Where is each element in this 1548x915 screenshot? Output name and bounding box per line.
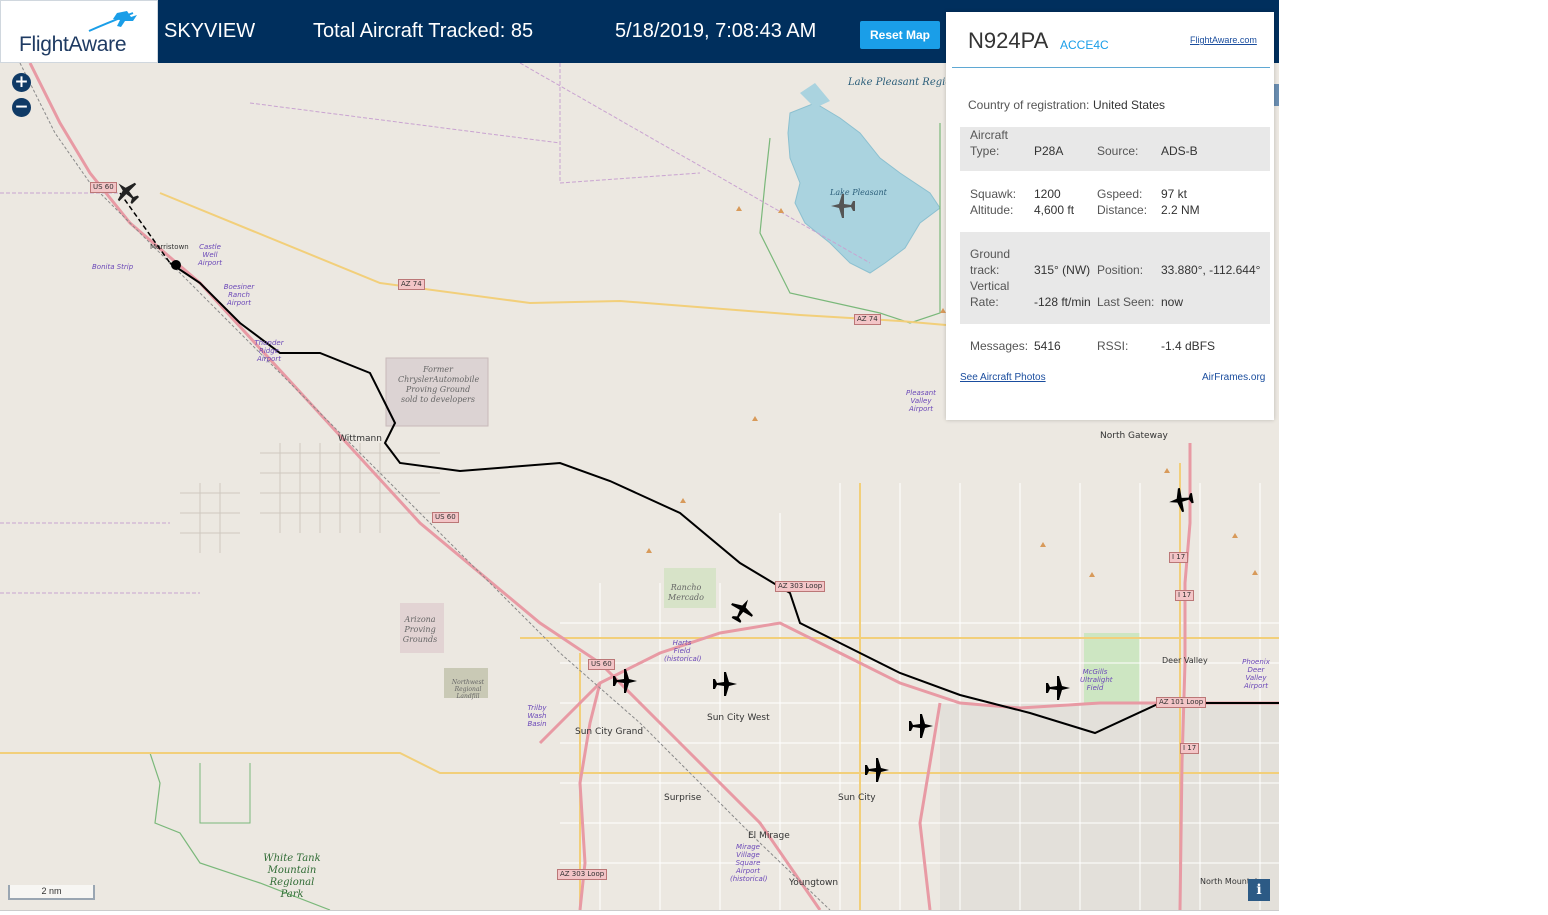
road-shield: AZ 74 bbox=[854, 314, 881, 325]
phoenix-deer-valley-airport-label: Phoenix Deer Valley Airport bbox=[1242, 658, 1270, 690]
former-chrysler-label: Former ChryslerAutomobile Proving Ground… bbox=[398, 365, 480, 404]
distance-value: 2.2 NM bbox=[1161, 203, 1200, 217]
trilby-wash-label: Trilby Wash Basin bbox=[527, 704, 547, 728]
rancho-mercado-label: Rancho Mercado bbox=[668, 583, 704, 602]
airplane-icon bbox=[831, 194, 855, 218]
country-label: Country of registration: bbox=[968, 98, 1090, 112]
surprise-label: Surprise bbox=[664, 793, 702, 803]
thunder-ridge-airport-label: Thunder Ridge Airport bbox=[254, 339, 284, 363]
rssi-value: -1.4 dBFS bbox=[1161, 339, 1216, 353]
road-shield: AZ 101 Loop bbox=[1156, 697, 1207, 708]
aircraft-marker[interactable] bbox=[1045, 675, 1071, 701]
aircraft-type-value: P28A bbox=[1034, 144, 1064, 158]
road-shield: US 60 bbox=[588, 659, 615, 670]
aircraft-marker[interactable] bbox=[612, 668, 638, 694]
road-shield: I 17 bbox=[1175, 590, 1195, 601]
zoom-in-button[interactable]: + bbox=[12, 73, 31, 92]
info-button[interactable]: i bbox=[1248, 879, 1270, 901]
airplane-icon bbox=[713, 672, 737, 696]
road-shield: I 17 bbox=[1180, 743, 1200, 754]
sun-city-west-label: Sun City West bbox=[707, 713, 770, 723]
squawk-value: 1200 bbox=[1034, 187, 1061, 201]
rssi-label: RSSI: bbox=[1097, 339, 1129, 353]
road-shield: I 17 bbox=[1169, 552, 1189, 563]
see-aircraft-photos-link[interactable]: See Aircraft Photos bbox=[960, 372, 1046, 383]
road-shield: AZ 303 Loop bbox=[775, 581, 826, 592]
road-shield: US 60 bbox=[432, 512, 459, 523]
pleasant-valley-airport-label: Pleasant Valley Airport bbox=[906, 389, 936, 413]
aircraft-type-label: Aircraft Type: bbox=[970, 128, 1009, 158]
sun-city-grand-label: Sun City Grand bbox=[575, 727, 644, 737]
el-mirage-label: El Mirage bbox=[748, 831, 790, 841]
mirage-village-airport-label: Mirage Village Square Airport (historica… bbox=[730, 843, 768, 883]
altitude-label: Altitude: bbox=[970, 203, 1014, 217]
deer-valley-label: Deer Valley bbox=[1162, 656, 1208, 665]
bottom-scrollbar[interactable] bbox=[0, 910, 1279, 915]
aircraft-marker[interactable] bbox=[864, 757, 890, 783]
arizona-proving-label: Arizona Proving Grounds bbox=[402, 615, 438, 644]
wittmann-label: Wittmann bbox=[338, 434, 382, 444]
squawk-label: Squawk: bbox=[970, 187, 1017, 201]
aircraft-info-panel: N924PA ACCE4C FlightAware.com Country of… bbox=[946, 12, 1274, 420]
app-name: SKYVIEW bbox=[164, 20, 256, 42]
flightaware-link[interactable]: FlightAware.com bbox=[1190, 35, 1257, 45]
aircraft-marker[interactable] bbox=[830, 193, 856, 219]
road-shield: AZ 74 bbox=[398, 279, 425, 290]
current-timestamp: 5/18/2019, 7:08:43 AM bbox=[615, 20, 817, 42]
airplane-icon bbox=[1169, 488, 1194, 512]
last-seen-value: now bbox=[1161, 295, 1184, 309]
airplane-icon bbox=[1046, 676, 1070, 700]
distance-label: Distance: bbox=[1097, 203, 1148, 217]
panel-divider bbox=[952, 67, 1270, 68]
north-gateway-label: North Gateway bbox=[1100, 431, 1168, 441]
gspeed-label: Gspeed: bbox=[1097, 187, 1143, 201]
boesiner-airport-label: Boesiner Ranch Airport bbox=[223, 283, 255, 307]
reset-map-button[interactable]: Reset Map bbox=[860, 21, 940, 49]
skyview-app: FlightAware SKYVIEW Total Aircraft Track… bbox=[0, 0, 1548, 915]
aircraft-marker[interactable] bbox=[712, 671, 738, 697]
gspeed-value: 97 kt bbox=[1161, 187, 1188, 201]
bonita-strip-label: Bonita Strip bbox=[92, 263, 134, 271]
position-label: Position: bbox=[1097, 263, 1144, 277]
northwest-landfill-label: Northwest Regional Landfill bbox=[451, 679, 485, 700]
aircraft-hex: ACCE4C bbox=[1060, 38, 1109, 52]
aircraft-marker[interactable] bbox=[1166, 485, 1196, 515]
ground-track-label: Ground track: bbox=[970, 247, 1011, 277]
aircraft-marker[interactable] bbox=[908, 713, 934, 739]
scale-bar: 2 nm bbox=[8, 885, 95, 900]
source-value: ADS-B bbox=[1161, 144, 1198, 158]
zoom-out-button[interactable]: − bbox=[12, 98, 31, 117]
messages-label: Messages: bbox=[970, 339, 1029, 353]
vertical-rate-value: -128 ft/min bbox=[1034, 295, 1091, 309]
airplane-icon bbox=[909, 714, 933, 738]
airplane-icon bbox=[613, 669, 637, 693]
country-value: United States bbox=[1093, 98, 1166, 112]
source-label: Source: bbox=[1097, 144, 1139, 158]
sun-city-label: Sun City bbox=[838, 793, 876, 803]
morristown-label: Morristown bbox=[150, 243, 189, 251]
airframes-link[interactable]: AirFrames.org bbox=[1202, 372, 1265, 383]
youngtown-label: Youngtown bbox=[789, 878, 839, 888]
last-seen-label: Last Seen: bbox=[1097, 295, 1155, 309]
total-aircraft-count: Total Aircraft Tracked: 85 bbox=[313, 20, 534, 42]
aircraft-ident: N924PA bbox=[968, 28, 1049, 53]
harts-field-label: Harts Field (historical) bbox=[664, 639, 702, 663]
road-shield: AZ 303 Loop bbox=[557, 869, 608, 880]
position-value: 33.880°, -112.644° bbox=[1161, 263, 1261, 277]
mcgills-field-label: McGills Ultralight Field bbox=[1080, 668, 1113, 692]
altitude-value: 4,600 ft bbox=[1034, 203, 1075, 217]
ground-track-value: 315° (NW) bbox=[1034, 263, 1091, 277]
flightaware-logo[interactable]: FlightAware bbox=[0, 0, 158, 63]
messages-value: 5416 bbox=[1034, 339, 1061, 353]
logo-text: FlightAware bbox=[19, 33, 127, 56]
castle-well-airport-label: Castle Well Airport bbox=[198, 243, 222, 267]
logo-plane-icon bbox=[88, 11, 137, 32]
airplane-icon bbox=[865, 758, 889, 782]
vertical-rate-label: Vertical Rate: bbox=[970, 279, 1010, 309]
white-tank-park-label: White Tank Mountain Regional Park bbox=[263, 853, 321, 900]
